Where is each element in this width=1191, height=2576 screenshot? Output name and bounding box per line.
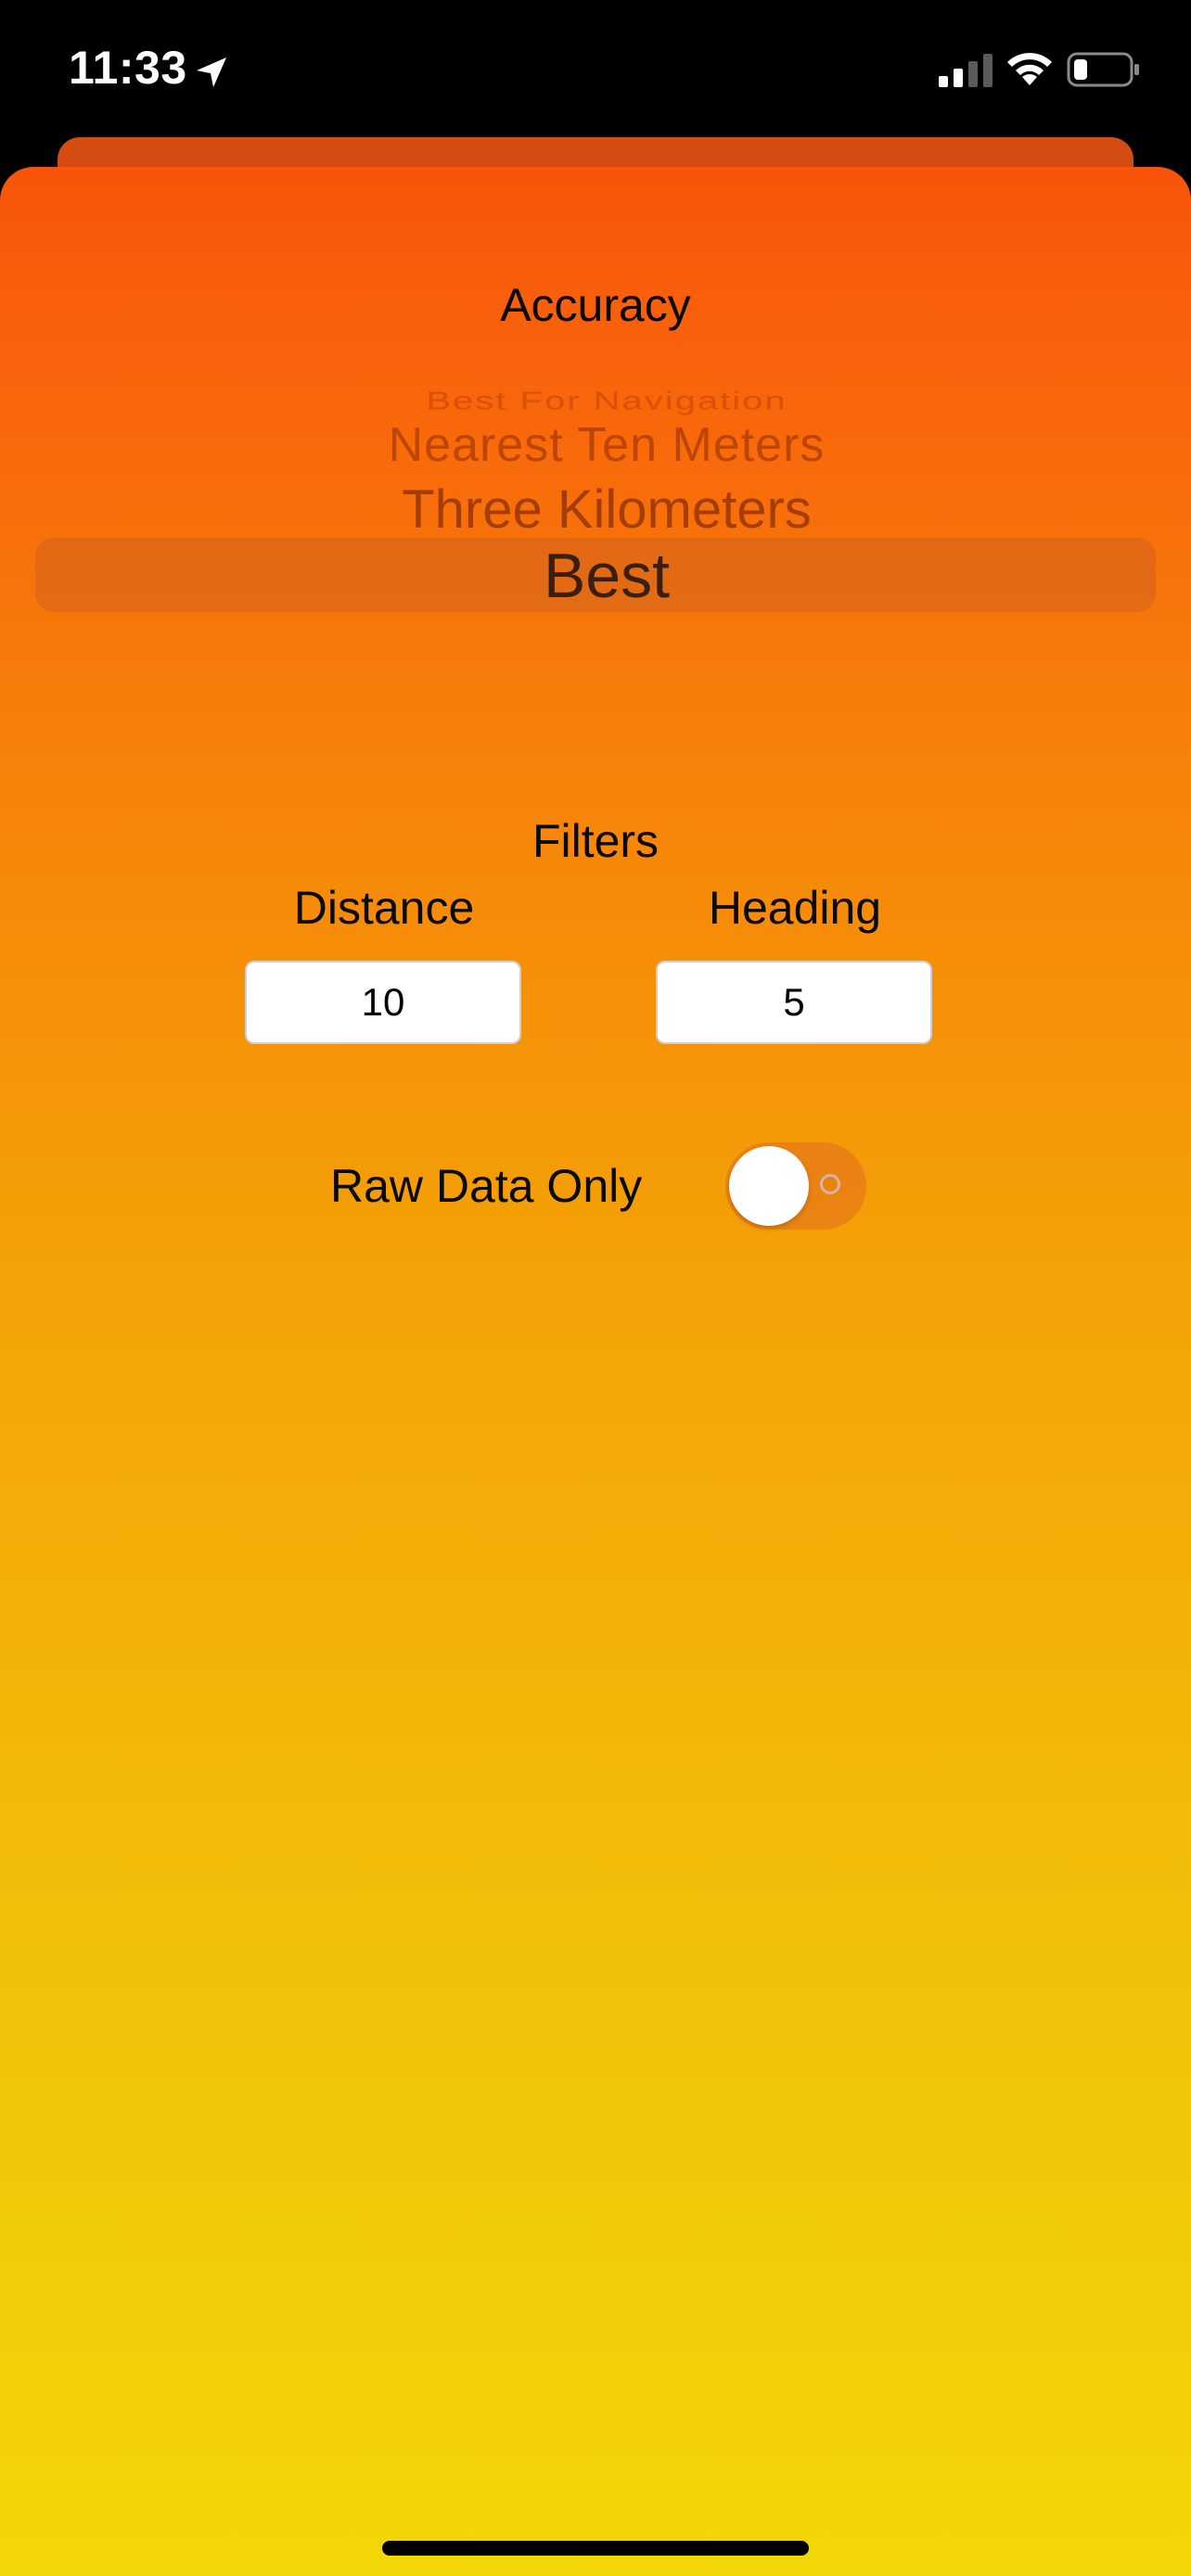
picker-option-three-kilometers[interactable]: Three Kilometers <box>35 478 1178 541</box>
accuracy-title: Accuracy <box>500 279 691 331</box>
status-bar: 11:33 <box>0 0 1191 139</box>
status-time: 11:33 <box>69 42 187 94</box>
picker-option-selected[interactable]: Best <box>35 540 1178 612</box>
picker-option-nearest-ten-meters[interactable]: Nearest Ten Meters <box>35 417 1178 473</box>
picker-option-best-for-navigation[interactable]: Best For Navigation <box>35 387 1178 416</box>
heading-label: Heading <box>708 882 882 934</box>
battery-low-icon <box>1067 52 1139 87</box>
cellular-signal-icon <box>939 54 992 87</box>
distance-input[interactable] <box>245 961 521 1044</box>
raw-data-only-label: Raw Data Only <box>330 1160 643 1212</box>
toggle-knob <box>729 1146 809 1226</box>
accuracy-picker[interactable]: Best For Navigation Nearest Ten Meters T… <box>35 380 1156 658</box>
filters-title: Filters <box>531 815 660 867</box>
heading-input[interactable] <box>656 961 932 1044</box>
wifi-icon <box>1007 53 1052 85</box>
location-arrow-icon <box>197 57 226 87</box>
toggle-off-indicator-icon <box>820 1174 840 1194</box>
home-indicator[interactable] <box>382 2541 809 2556</box>
raw-data-only-toggle[interactable] <box>725 1142 866 1230</box>
distance-label: Distance <box>293 882 475 934</box>
settings-sheet: Accuracy Best For Navigation Nearest Ten… <box>0 167 1191 2576</box>
